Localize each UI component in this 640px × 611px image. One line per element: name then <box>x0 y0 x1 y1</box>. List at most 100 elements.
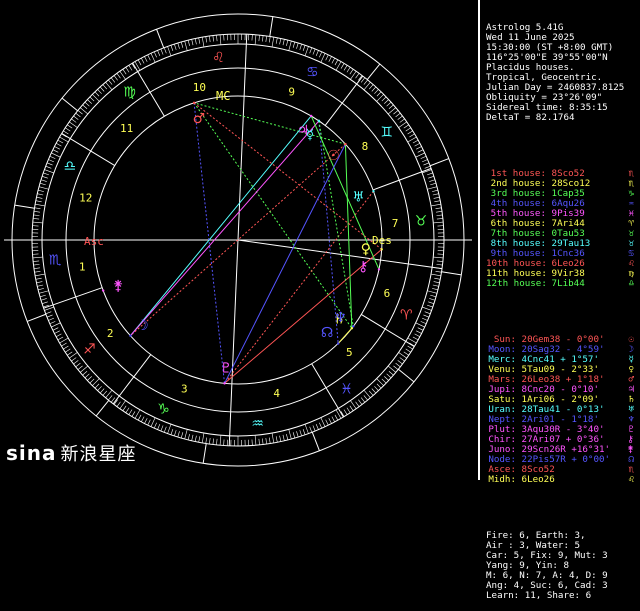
header-line: Astrolog 5.41G <box>486 23 640 33</box>
tick-mark <box>151 53 155 62</box>
tick-mark <box>168 424 171 433</box>
tick-mark <box>83 105 88 109</box>
houses-row: 5th house: 9Pis39♓ <box>486 209 640 219</box>
houses-value: 29Tau13 <box>546 239 590 249</box>
houses-label: 2nd house: <box>486 179 546 189</box>
zodiac-sign-icon: ♏ <box>49 253 62 269</box>
tick-mark <box>269 438 270 444</box>
planets-value: 22Pis57R + 0°00' <box>516 455 610 465</box>
tick-mark <box>434 201 440 202</box>
zodiac-sign-icon: ♓ <box>340 382 353 398</box>
header-block: Astrolog 5.41GWed 11 June 202515:30:00 (… <box>486 23 640 123</box>
houses-label: 10th house: <box>486 259 546 269</box>
tick-mark <box>276 38 277 44</box>
planet-marker <box>352 325 354 327</box>
planets-sign-icon: ♏ <box>628 465 634 475</box>
tick-mark <box>361 78 365 83</box>
house-number: 4 <box>273 387 280 400</box>
planets-row: Juno: 29Scn26R +16°31'⚵ <box>486 445 640 455</box>
tick-mark <box>65 349 70 352</box>
tick-mark <box>90 379 94 383</box>
tick-mark <box>87 100 91 104</box>
tick-mark <box>430 183 436 185</box>
tick-mark <box>408 131 413 134</box>
tick-mark <box>178 431 180 437</box>
planet-icon: ☊ <box>321 325 333 341</box>
zodiac-sign-icon: ♋ <box>306 65 319 81</box>
planets-row: Uran: 28Tau41 - 0°13'♅ <box>486 405 640 415</box>
houses-value: 28Sco12 <box>546 179 590 189</box>
planet-icon: ♅ <box>352 190 365 206</box>
planets-label: Juno: <box>486 445 516 455</box>
tick-mark <box>321 418 325 427</box>
tick-mark <box>209 36 210 42</box>
tick-mark <box>350 406 353 411</box>
zodiac-sign-icon: ♊ <box>380 125 393 141</box>
tick-mark <box>199 436 200 442</box>
tick-mark <box>434 278 440 279</box>
tick-mark <box>422 307 431 310</box>
tick-mark <box>303 429 305 435</box>
planets-value: 4Cnc41 + 1°57' <box>516 355 599 365</box>
tick-mark <box>428 176 434 178</box>
houses-sign-icon: ♏ <box>628 179 634 189</box>
planets-sign-icon: ☉ <box>628 335 634 345</box>
planets-sign-icon: ☊ <box>628 455 634 465</box>
tick-mark <box>87 376 91 380</box>
planets-row: Node: 22Pis57R + 0°00'☊ <box>486 455 640 465</box>
tick-mark <box>431 274 441 276</box>
tick-mark <box>51 323 60 327</box>
tick-mark <box>61 343 66 346</box>
planets-label: Midh: <box>486 475 516 485</box>
tick-mark <box>38 288 44 289</box>
sina-logo: sina <box>6 441 57 465</box>
tick-mark <box>393 110 398 114</box>
houses-label: 6th house: <box>486 219 546 229</box>
header-line: DeltaT = 82.1764 <box>486 113 640 123</box>
tick-mark <box>154 423 156 428</box>
tick-mark <box>428 302 434 304</box>
tick-mark <box>425 312 431 314</box>
houses-label: 11th house: <box>486 269 546 279</box>
tick-mark <box>44 170 53 173</box>
planets-value: 2Ari01 - 1°18' <box>516 415 599 425</box>
tick-mark <box>335 415 338 420</box>
houses-label: 12th house: <box>486 279 546 289</box>
tick-mark <box>321 53 325 62</box>
tick-mark <box>40 295 46 297</box>
tick-mark <box>416 331 421 334</box>
houses-sign-icon: ♒ <box>628 199 634 209</box>
planet-icon: ☽ <box>136 318 149 334</box>
house-cusp-line <box>325 76 363 125</box>
tick-mark <box>361 398 365 403</box>
planets-label: Venu: <box>486 365 516 375</box>
planets-value: 8Cnc20 - 0°10' <box>516 385 599 395</box>
tick-mark <box>326 55 329 60</box>
tick-mark <box>433 285 439 286</box>
houses-label: 7th house: <box>486 229 546 239</box>
tick-mark <box>387 374 391 378</box>
tick-mark <box>389 371 394 375</box>
tick-mark <box>332 58 335 63</box>
tick-mark <box>377 92 381 96</box>
house-cusp-line <box>133 63 165 116</box>
summary-line: Car: 5, Fix: 9, Mut: 3 <box>486 551 640 561</box>
tick-mark <box>76 113 81 117</box>
planets-sign-icon: ♂ <box>628 375 634 385</box>
tick-mark <box>286 434 287 440</box>
tick-mark <box>326 420 329 425</box>
tick-mark <box>103 391 107 396</box>
houses-row: 12th house: 7Lib44♎ <box>486 279 640 289</box>
houses-row: 1st house: 8Sco52♏ <box>486 169 640 179</box>
tick-mark <box>43 173 49 175</box>
tick-mark <box>280 436 281 442</box>
tick-mark <box>100 87 104 91</box>
tick-mark <box>98 386 102 390</box>
tick-mark <box>272 433 274 443</box>
tick-mark <box>416 323 425 327</box>
planet-icon: ♇ <box>220 360 233 376</box>
tick-mark <box>73 360 78 364</box>
houses-row: 4th house: 6Aqu26♒ <box>486 199 640 209</box>
tick-mark <box>206 37 207 43</box>
tick-mark <box>41 298 47 300</box>
